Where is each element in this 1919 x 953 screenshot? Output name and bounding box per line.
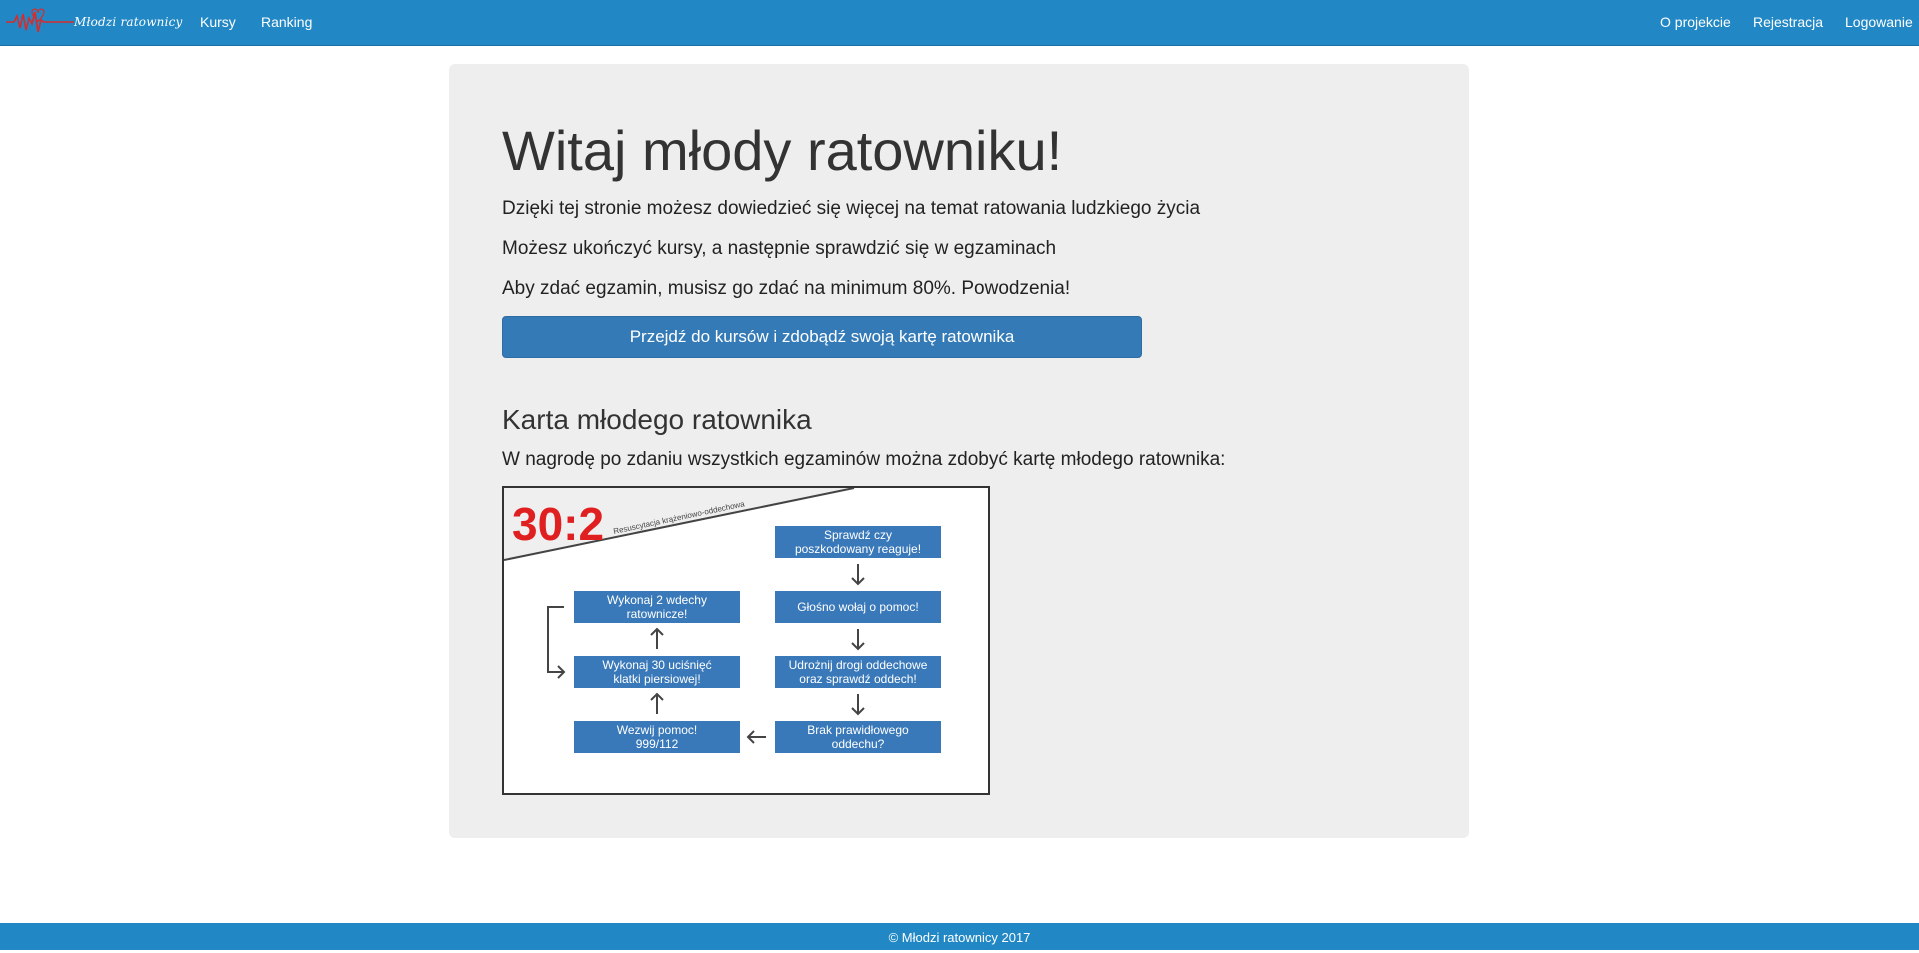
card-step-4-line2: oddechu? <box>832 737 885 751</box>
arrow-down-icon <box>851 694 865 716</box>
card-step-7-line2: ratownicze! <box>627 607 688 621</box>
card-step-2-line1: Głośno wołaj o pomoc! <box>797 600 918 614</box>
loop-arrow-icon <box>547 606 566 679</box>
nav-o-projekcie[interactable]: O projekcie <box>1660 0 1731 46</box>
intro-paragraph-3: Aby zdać egzamin, musisz go zdać na mini… <box>502 278 1071 299</box>
card-step-7-line1: Wykonaj 2 wdechy <box>607 593 707 607</box>
card-step-3-line2: oraz sprawdź oddech! <box>799 672 916 686</box>
brand-text: Młodzi ratownicy <box>74 15 183 29</box>
card-step-6-line2: klatki piersiowej! <box>613 672 700 686</box>
nav-logowanie[interactable]: Logowanie <box>1845 0 1913 46</box>
rescuer-card-image: 30:2 Resuscytacja krążeniowo-oddechowa S… <box>502 486 990 795</box>
nav-kursy[interactable]: Kursy <box>200 0 236 46</box>
hero-jumbotron: Witaj młody ratowniku! Dzięki tej stroni… <box>449 64 1469 838</box>
card-step-1-line1: Sprawdź czy <box>824 528 892 542</box>
card-step-1-line2: poszkodowany reaguje! <box>795 542 921 556</box>
arrow-up-icon <box>650 627 664 649</box>
card-step-5-line1: Wezwij pomoc! <box>617 723 697 737</box>
card-step-5-line2: 999/112 <box>636 737 679 751</box>
nav-rejestracja[interactable]: Rejestracja <box>1753 0 1823 46</box>
arrow-up-icon <box>650 692 664 714</box>
top-navbar: Młodzi ratownicy Kursy Ranking O projekc… <box>0 0 1919 46</box>
card-step-3-line1: Udrożnij drogi oddechowe <box>789 658 928 672</box>
card-ratio: 30:2 <box>512 498 604 550</box>
brand-link[interactable]: Młodzi ratownicy <box>4 6 183 38</box>
card-section-title: Karta młodego ratownika <box>502 404 812 435</box>
footer-copyright: © Młodzi ratownicy 2017 <box>888 930 1031 945</box>
heartbeat-logo-icon <box>6 8 74 33</box>
page-title: Witaj młody ratowniku! <box>502 119 1063 182</box>
nav-ranking[interactable]: Ranking <box>261 0 312 46</box>
intro-paragraph-1: Dzięki tej stronie możesz dowiedzieć się… <box>502 198 1201 219</box>
card-step-6-line1: Wykonaj 30 uciśnięć <box>602 658 711 672</box>
intro-paragraph-2: Możesz ukończyć kursy, a następnie spraw… <box>502 238 1057 259</box>
arrow-left-icon <box>746 730 766 744</box>
page-footer: © Młodzi ratownicy 2017 <box>0 923 1919 950</box>
arrow-down-icon <box>851 629 865 651</box>
card-section-text: W nagrodę po zdaniu wszystkich egzaminów… <box>502 449 1226 470</box>
go-to-courses-button[interactable]: Przejdź do kursów i zdobądź swoją kartę … <box>502 316 1142 358</box>
card-step-4-line1: Brak prawidłowego <box>807 723 909 737</box>
arrow-down-icon <box>851 564 865 586</box>
cpr-flowchart: 30:2 Resuscytacja krążeniowo-oddechowa S… <box>504 488 941 753</box>
